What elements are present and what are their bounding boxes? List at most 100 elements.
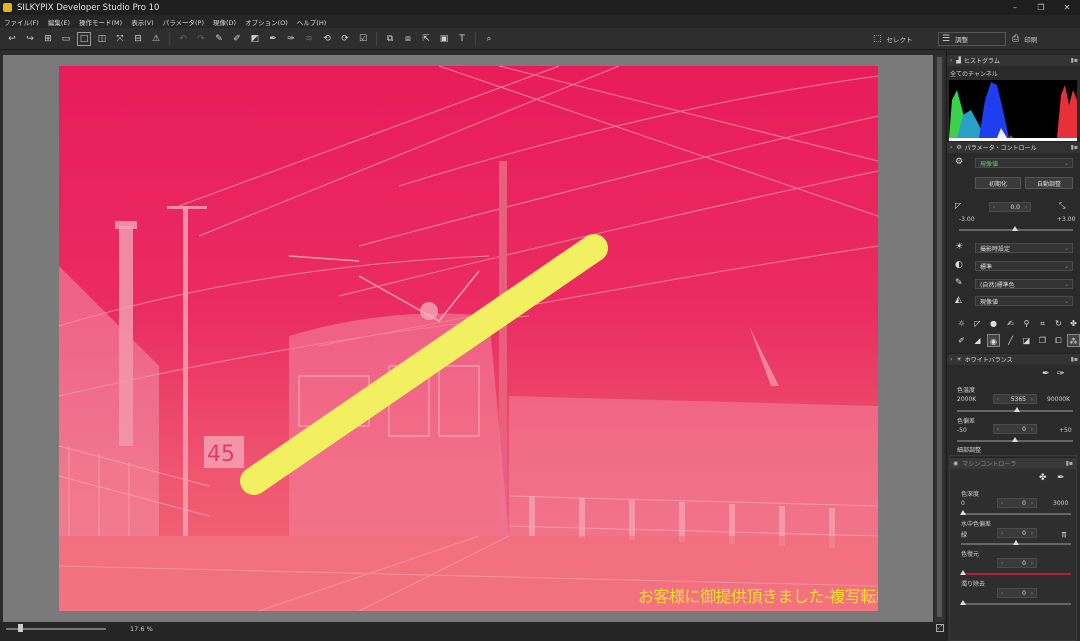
exposure-slider-knob[interactable] <box>1012 226 1018 231</box>
sharpness-dropdown[interactable]: 現像値 ⌄ <box>975 296 1073 306</box>
white-balance-header[interactable]: › ☀ ホワイトバランス ▮▪ <box>947 353 1080 365</box>
rotate-tool-icon[interactable]: ↻ <box>1052 317 1065 330</box>
tint-slider-knob[interactable] <box>1012 437 1018 442</box>
preview-photo[interactable]: 45 お客様に御提供頂きました-複写転載禁止 <box>59 66 878 611</box>
select-mode-button[interactable]: ⬚ セレクト <box>873 32 913 46</box>
display-icon[interactable]: ▣ <box>437 32 451 46</box>
fullscreen-icon[interactable]: ⤧ <box>113 32 127 46</box>
mark-icon[interactable]: ◩ <box>248 32 262 46</box>
zoom-search-icon[interactable]: ⌕ <box>482 32 496 46</box>
tone-dropdown[interactable]: 標準 ⌄ <box>975 261 1073 271</box>
restore-slider[interactable] <box>961 573 1071 575</box>
export-icon[interactable]: ⇱ <box>419 32 433 46</box>
tint-spinner[interactable]: ‹ 0 › <box>993 424 1037 434</box>
title-bar: SILKYPIX Developer Studio Pro 10 – ❐ ✕ <box>0 0 1080 15</box>
panel-pin-icon[interactable]: ▮▪ <box>1071 144 1078 151</box>
maximize-button[interactable]: ❐ <box>1028 3 1054 12</box>
redo-icon[interactable]: ↷ <box>194 32 208 46</box>
tag-icon[interactable]: ✑ <box>284 32 298 46</box>
water-slider-knob[interactable] <box>1013 540 1019 545</box>
dropper-tool-icon[interactable]: ⚲ <box>1020 317 1033 330</box>
next-image-icon[interactable]: ↪ <box>23 32 37 46</box>
temp-spinner[interactable]: ‹ 5365 › <box>993 394 1037 404</box>
adjust-mode-button[interactable]: ☰ 調整 <box>938 32 1006 46</box>
dust-tool-icon[interactable]: ⁂ <box>1067 334 1080 347</box>
color-dropdown[interactable]: (自然)標準色 ⌄ <box>975 279 1073 289</box>
fit-window-icon[interactable]: ⤢ <box>936 624 944 632</box>
single-view-icon[interactable]: □ <box>77 31 91 46</box>
develop-icon[interactable]: ⧉ <box>383 32 397 46</box>
water-max: 青 <box>1061 532 1068 539</box>
fine-dropper-icon[interactable]: ✒ <box>1057 473 1065 483</box>
menu-help[interactable]: ヘルプ(H) <box>297 17 326 27</box>
panel-pin-icon[interactable]: ▮▪ <box>1071 356 1078 363</box>
batch-develop-icon[interactable]: ⧈ <box>401 32 415 46</box>
pen-tool-icon[interactable]: ✐ <box>955 334 968 347</box>
brush-tool-icon[interactable]: ✍ <box>1004 317 1017 330</box>
sphere-tool-icon[interactable]: ● <box>987 317 1000 330</box>
crop-frame-icon[interactable]: ⌗ <box>1036 317 1049 330</box>
param-control-header[interactable]: › ⚙ パラメータ・コントロール ▮▪ <box>947 141 1080 153</box>
gradient-tool-icon[interactable]: ◢ <box>971 334 984 347</box>
prev-image-icon[interactable]: ↩ <box>5 32 19 46</box>
haze-spinner[interactable]: ‹ 0 › <box>997 588 1037 598</box>
menu-develop[interactable]: 現像(D) <box>213 17 236 27</box>
init-button[interactable]: 初期化 <box>975 177 1021 189</box>
eye-tool-icon[interactable]: ◉ <box>987 334 1000 347</box>
line-tool-icon[interactable]: ╱ <box>1004 334 1017 347</box>
vertical-scrollbar[interactable] <box>935 55 944 623</box>
menu-option[interactable]: オプション(O) <box>245 17 288 27</box>
brightness-tool-icon[interactable]: ☼ <box>955 317 968 330</box>
paste-params-icon[interactable]: ✐ <box>230 32 244 46</box>
menu-parameter[interactable]: パラメータ(P) <box>163 17 204 27</box>
stamp-icon[interactable]: ✒ <box>266 32 280 46</box>
close-button[interactable]: ✕ <box>1054 3 1080 12</box>
gear-icon[interactable]: ⚙ <box>955 157 963 167</box>
crop-tool-icon[interactable]: ⧠ <box>1052 334 1065 347</box>
menu-mode[interactable]: 操作モード(M) <box>79 17 122 27</box>
histogram-header[interactable]: › ▟ ヒストグラム ▮▪ <box>947 54 1080 66</box>
preset-dropdown[interactable]: 現像値 ⌄ <box>975 158 1073 168</box>
auto-adjust-button[interactable]: 自動調整 <box>1025 177 1073 189</box>
curve-tool-icon[interactable]: ◸ <box>971 317 984 330</box>
restore-slider-knob[interactable] <box>960 570 966 575</box>
haze-slider[interactable] <box>961 603 1071 605</box>
warning-icon[interactable]: ⚠ <box>149 32 163 46</box>
strip-view-icon[interactable]: ▭ <box>59 32 73 46</box>
grid-overlay-icon[interactable]: ⊟ <box>131 32 145 46</box>
check-icon[interactable]: ☑ <box>356 32 370 46</box>
rotate-left-icon[interactable]: ⟲ <box>320 32 334 46</box>
depth-slider-knob[interactable] <box>960 510 966 515</box>
copy-params-icon[interactable]: ✎ <box>212 32 226 46</box>
exposure-spinner[interactable]: ‹ 0.0 › <box>989 202 1031 212</box>
menu-edit[interactable]: 編集(E) <box>48 17 70 27</box>
rotate-right-icon[interactable]: ⟳ <box>338 32 352 46</box>
effects-tool-icon[interactable]: ✤ <box>1067 317 1080 330</box>
water-spinner[interactable]: ‹ 0 › <box>997 528 1037 538</box>
fine-auto-icon[interactable]: ✤ <box>1039 473 1047 483</box>
text-tool-icon[interactable]: T <box>455 32 469 46</box>
menu-file[interactable]: ファイル(F) <box>4 17 39 27</box>
haze-slider-knob[interactable] <box>960 600 966 605</box>
temp-slider-knob[interactable] <box>1014 407 1020 412</box>
layers-icon[interactable]: ≋ <box>302 32 316 46</box>
undo-icon[interactable]: ↶ <box>176 32 190 46</box>
menu-view[interactable]: 表示(V) <box>131 17 154 27</box>
depth-spinner[interactable]: ‹ 0 › <box>997 498 1037 508</box>
compare-view-icon[interactable]: ◫ <box>95 32 109 46</box>
zoom-slider-knob[interactable] <box>18 624 23 632</box>
wb-dropdown[interactable]: 撮影時設定 ⌄ <box>975 243 1073 253</box>
exposure-reset-icon[interactable]: ⤡ <box>1059 201 1065 211</box>
wb-auto-icon[interactable]: ✑ <box>1057 369 1065 379</box>
fill-tool-icon[interactable]: ◪ <box>1020 334 1033 347</box>
depth-slider[interactable] <box>961 513 1071 515</box>
wb-dropper-icon[interactable]: ✒ <box>1042 369 1050 379</box>
restore-spinner[interactable]: ‹ 0 › <box>997 558 1037 568</box>
machine-controller-header[interactable]: ◉ マシンコントローラ ▮▪ <box>950 457 1076 469</box>
grid-view-icon[interactable]: ⊞ <box>41 32 55 46</box>
print-mode-button[interactable]: ⎙ 印刷 <box>1012 32 1037 46</box>
panel-pin-icon[interactable]: ▮▪ <box>1071 57 1078 64</box>
minimize-button[interactable]: – <box>1002 3 1028 12</box>
copy-tool-icon[interactable]: ❐ <box>1036 334 1049 347</box>
panel-pin-icon[interactable]: ▮▪ <box>1066 460 1073 467</box>
